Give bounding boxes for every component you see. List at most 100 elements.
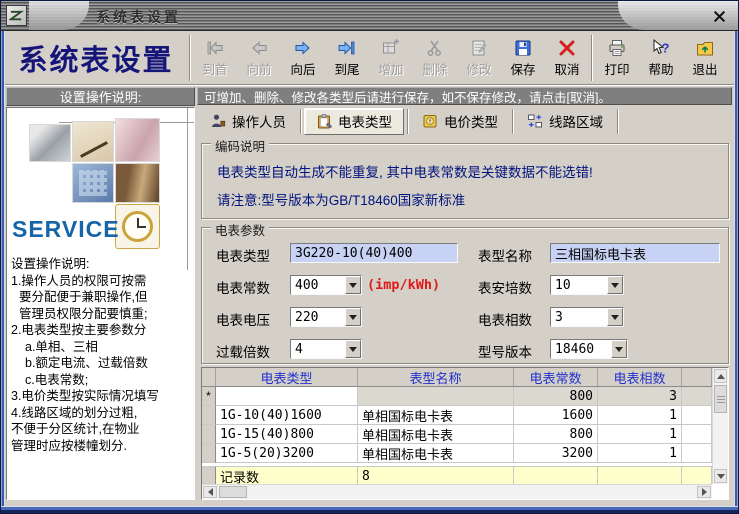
column-header: 电表类型: [216, 368, 358, 387]
save-button[interactable]: 保存: [501, 33, 545, 83]
next-icon: [293, 38, 313, 58]
selector-column-header: [202, 368, 216, 387]
table-row[interactable]: 1G-5(20)3200 单相国标电卡表 3200 1: [202, 444, 712, 463]
tab-label: 电价类型: [444, 115, 498, 130]
instruction-line: 3.电价类型按实际情况填写: [11, 389, 159, 403]
tab-operators[interactable]: 操作人员: [199, 108, 297, 135]
ampere-select[interactable]: 10: [550, 275, 624, 295]
version-select[interactable]: 18460: [550, 339, 628, 359]
modify-label: 修改: [466, 63, 492, 77]
scroll-up-button[interactable]: [714, 369, 727, 383]
table-cell[interactable]: 1: [598, 406, 682, 425]
table-cell[interactable]: 800: [514, 425, 598, 444]
phases-value: 3: [555, 309, 563, 325]
meter-type-input[interactable]: 3G220-10(40)400: [290, 243, 458, 263]
table-cell[interactable]: 1G-15(40)800: [216, 425, 358, 444]
photo-keyboard: [72, 163, 114, 203]
cancel-button[interactable]: 取消: [545, 33, 589, 83]
exit-button[interactable]: 退出: [683, 33, 727, 83]
voltage-select[interactable]: 220: [290, 307, 362, 327]
scroll-right-button[interactable]: [697, 486, 711, 498]
model-name-input[interactable]: 三相国标电卡表: [550, 243, 720, 263]
table-cell[interactable]: 1G-10(40)1600: [216, 406, 358, 425]
modify-icon: [469, 38, 489, 58]
first-icon: [205, 38, 225, 58]
scrollbar-thumb[interactable]: [714, 385, 727, 413]
column-header-blank: [682, 368, 712, 387]
next-button[interactable]: 向后: [281, 33, 325, 83]
price-book-icon: [423, 115, 437, 128]
table-cell-blank: [682, 444, 712, 463]
tab-separator: [407, 108, 408, 134]
table-footer-row: 记录数 8: [202, 467, 712, 484]
prev-button[interactable]: 向前: [237, 33, 281, 83]
column-header: 电表常数: [514, 368, 598, 387]
table-cell[interactable]: 单相国标电卡表: [358, 444, 514, 463]
close-button[interactable]: [708, 6, 730, 26]
encoding-note-1: 电表类型自动生成不能重复, 其中电表常数是关键数据不能选错!: [217, 165, 593, 180]
first-button[interactable]: 到首: [193, 33, 237, 83]
scroll-left-button[interactable]: [203, 486, 217, 498]
table-cell[interactable]: [216, 387, 358, 406]
tab-separator: [617, 108, 618, 134]
phases-select[interactable]: 3: [550, 307, 624, 327]
instruction-line: 4.线路区域的划分过粗,: [11, 405, 138, 420]
instructions-text: 设置操作说明: 1.操作人员的权限可按需 要分配便于兼职操作,但 管理员权限分配…: [11, 256, 192, 454]
last-button[interactable]: 到尾: [325, 33, 369, 83]
row-selector: [202, 425, 216, 444]
table-row[interactable]: 1G-10(40)1600 单相国标电卡表 1600 1: [202, 406, 712, 425]
tab-meter-types[interactable]: 电表类型: [304, 107, 404, 135]
title-bar[interactable]: 系统表设置: [1, 1, 738, 31]
print-button[interactable]: 打印: [595, 33, 639, 83]
region-boxes-icon: [528, 114, 542, 128]
app-window: 系统表设置 系统表设置 到首 向前 向后 到尾 增加 删除 修改 保存 取消 打…: [0, 0, 739, 514]
table-cell[interactable]: 800: [514, 387, 598, 406]
tab-line-regions[interactable]: 线路区域: [516, 108, 614, 135]
table-cell[interactable]: [358, 387, 514, 406]
table-cell[interactable]: 单相国标电卡表: [358, 425, 514, 444]
table-row[interactable]: 1G-15(40)800 单相国标电卡表 800 1: [202, 425, 712, 444]
scrollbar-grip: [716, 395, 725, 397]
record-count-value: 8: [358, 467, 514, 484]
modify-button[interactable]: 修改: [457, 33, 501, 83]
scrollbar-grip: [716, 398, 725, 400]
table-cell[interactable]: 1G-5(20)3200: [216, 444, 358, 463]
vertical-scrollbar[interactable]: [712, 368, 728, 484]
meter-constant-select[interactable]: 400: [290, 275, 362, 295]
window-title: 系统表设置: [96, 9, 181, 25]
table-row-new[interactable]: * 800 3: [202, 387, 712, 406]
scrollbar-thumb[interactable]: [219, 486, 247, 498]
tab-price-types[interactable]: 电价类型: [411, 108, 509, 135]
ampere-label: 表安培数: [478, 281, 532, 296]
phases-label: 电表相数: [478, 313, 532, 328]
dropdown-arrow-icon: [345, 308, 361, 326]
table-cell[interactable]: 1: [598, 425, 682, 444]
scroll-down-icon: [716, 473, 725, 479]
cancel-label: 取消: [554, 63, 580, 77]
row-selector: [202, 467, 216, 484]
photo-books: [115, 163, 160, 203]
table-header-row: 电表类型 表型名称 电表常数 电表相数: [202, 368, 712, 387]
photo-stapler: [29, 124, 71, 162]
toolbar-separator: [189, 35, 191, 81]
table-cell[interactable]: 3200: [514, 444, 598, 463]
window-border-left: [1, 31, 5, 513]
instruction-line: 设置操作说明:: [11, 257, 90, 271]
table-cell[interactable]: 1600: [514, 406, 598, 425]
table-cell-blank: [682, 467, 712, 484]
scroll-down-button[interactable]: [714, 469, 727, 483]
table-cell[interactable]: 单相国标电卡表: [358, 406, 514, 425]
table-cell[interactable]: 1: [598, 444, 682, 463]
clipboard-icon: [318, 114, 332, 129]
window-border-right: [734, 31, 738, 513]
table-cell[interactable]: 3: [598, 387, 682, 406]
table-cell-blank: [598, 467, 682, 484]
horizontal-scrollbar[interactable]: [202, 484, 712, 499]
add-button[interactable]: 增加: [369, 33, 413, 83]
overload-select[interactable]: 4: [290, 339, 362, 359]
sidebar-header: 设置操作说明:: [6, 87, 195, 106]
last-label: 到尾: [334, 63, 360, 77]
help-button[interactable]: ? 帮助: [639, 33, 683, 83]
toolbar-separator: [591, 35, 593, 81]
delete-button[interactable]: 删除: [413, 33, 457, 83]
